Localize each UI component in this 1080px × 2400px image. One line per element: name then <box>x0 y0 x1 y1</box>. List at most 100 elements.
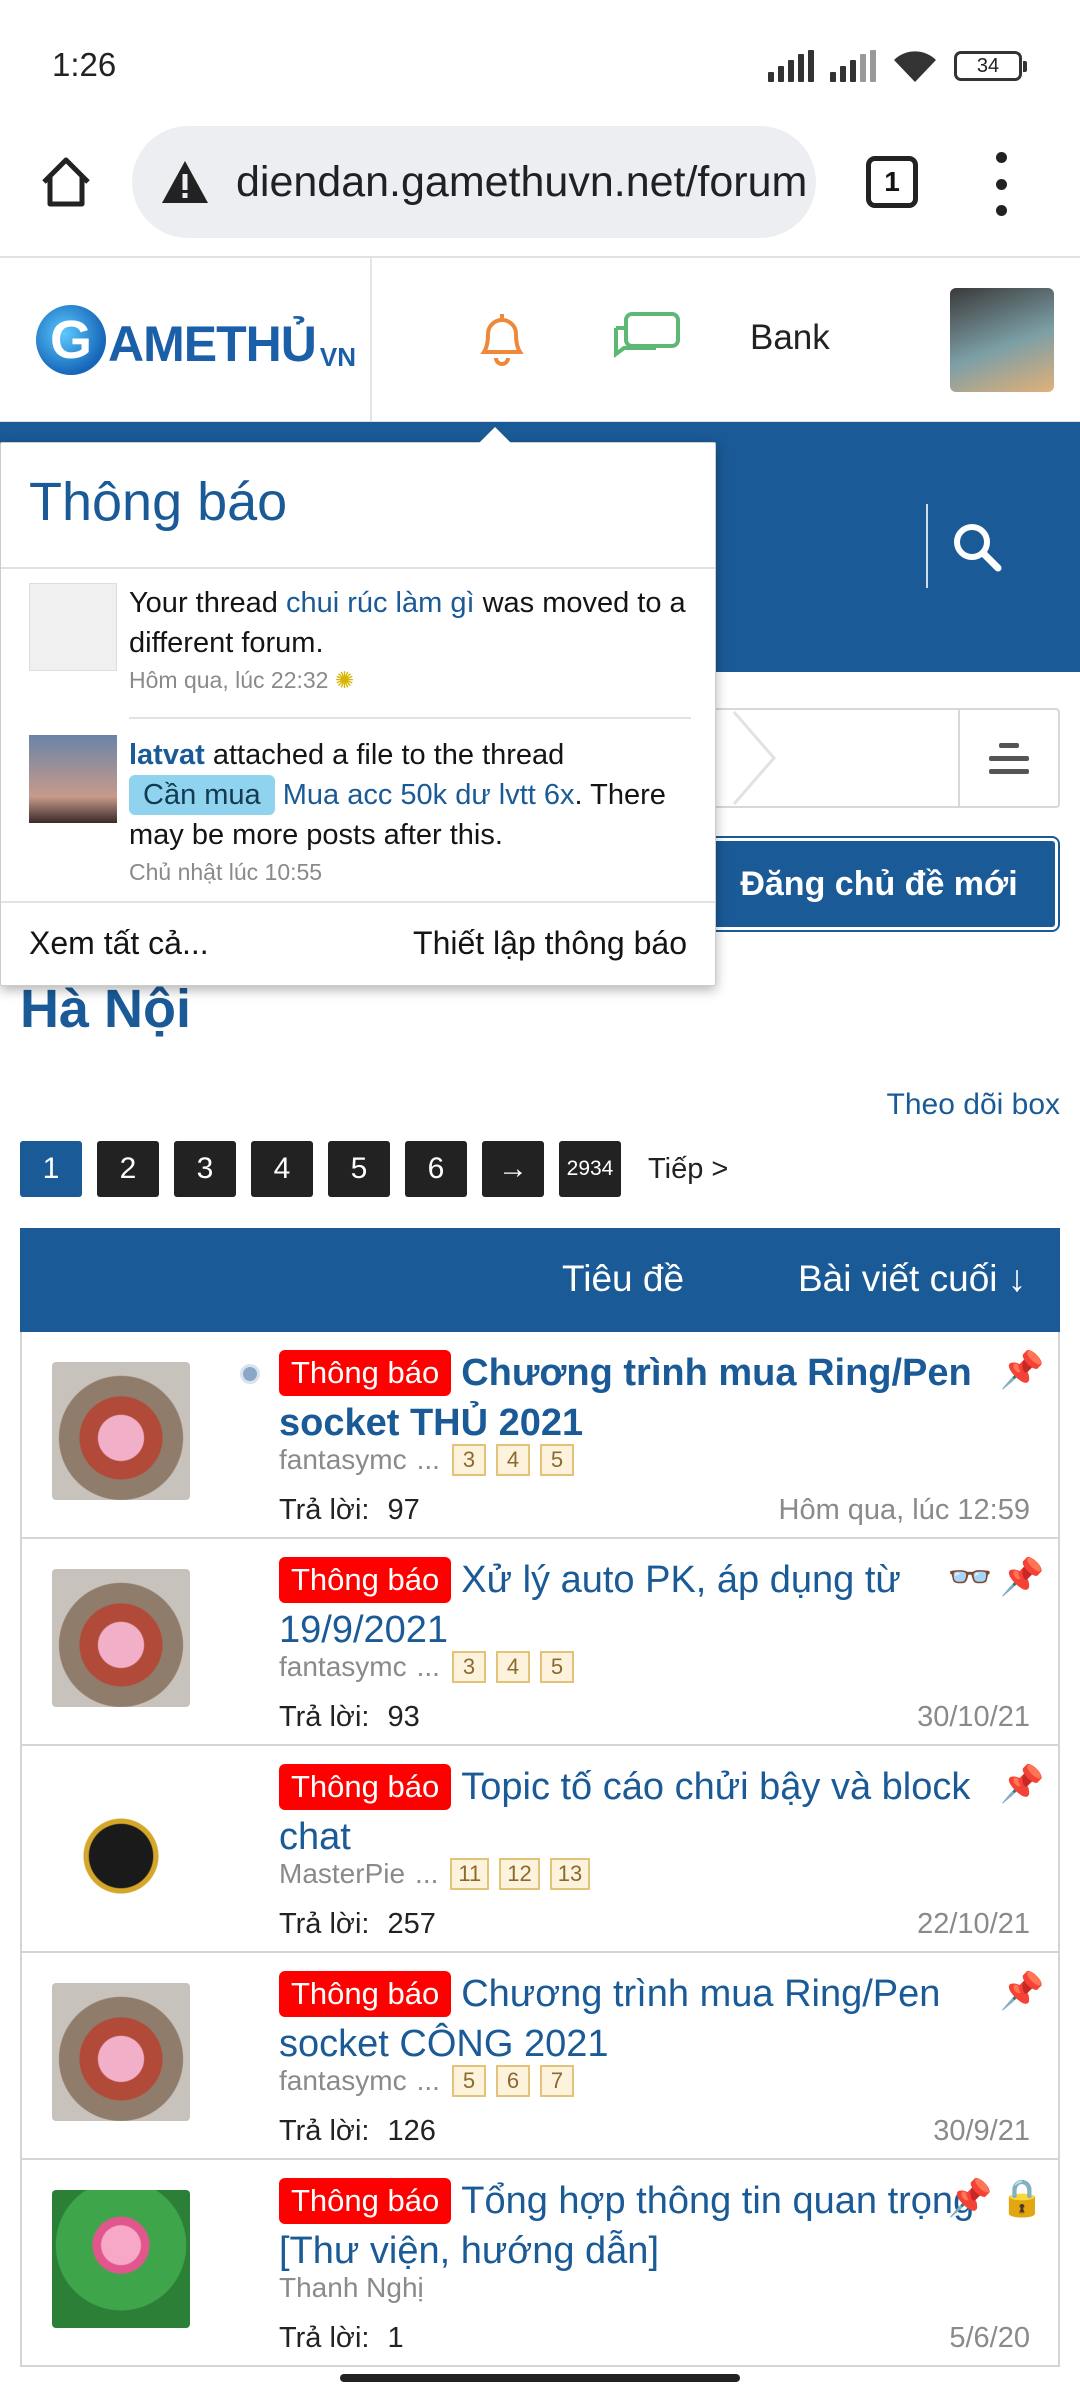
page-button[interactable]: 2 <box>97 1141 159 1197</box>
thread-author-avatar[interactable] <box>52 1362 190 1500</box>
pin-icon: 📌 <box>999 1970 1045 2011</box>
bank-link[interactable]: Bank <box>750 318 830 358</box>
thread-page-link[interactable]: 3 <box>451 1444 486 1476</box>
new-thread-button[interactable]: Đăng chủ đề mới <box>698 836 1060 932</box>
thread-author[interactable]: Thanh Nghị <box>279 2272 424 2304</box>
notification-avatar[interactable] <box>29 735 117 823</box>
browser-menu-icon[interactable] <box>986 152 1016 216</box>
site-logo[interactable]: G AMETHỦ VN <box>0 258 372 422</box>
thread-row[interactable]: Thông báo Tổng hợp thông tin quan trọng [… <box>22 2160 1058 2367</box>
lock-icon: 🔒 <box>999 2177 1045 2218</box>
thread-page-link[interactable]: 5 <box>539 1444 574 1476</box>
bell-icon[interactable] <box>474 308 530 368</box>
replies-label: Trả lời: <box>279 1494 370 1526</box>
battery-icon: 34 <box>954 51 1027 81</box>
page-button[interactable]: 3 <box>174 1141 236 1197</box>
reply-count: 126 <box>387 2115 436 2147</box>
notification-item[interactable]: Your thread chui rúc làm gì was moved to… <box>1 583 715 694</box>
thread-author[interactable]: fantasymc <box>279 1444 407 1476</box>
follow-forum-link[interactable]: Theo dõi box <box>887 1088 1060 1122</box>
sort-by-last-post[interactable]: Bài viết cuối ↓ <box>798 1258 1026 1300</box>
reply-count: 257 <box>387 1908 436 1940</box>
notification-avatar[interactable] <box>29 583 117 671</box>
page-button[interactable]: 1 <box>20 1141 82 1197</box>
address-bar[interactable]: diendan.gamethuvn.net/forum <box>132 126 816 238</box>
sort-by-title[interactable]: Tiêu đề <box>562 1258 684 1300</box>
home-button[interactable] <box>34 150 98 214</box>
thread-page-link[interactable]: 5 <box>539 1651 574 1683</box>
pagination: 1 2 3 4 5 6 → 2934 Tiếp > <box>20 1141 728 1197</box>
browser-toolbar: diendan.gamethuvn.net/forum 1 <box>0 120 1080 258</box>
reply-count: 93 <box>387 1701 420 1733</box>
thread-page-link[interactable]: 4 <box>495 1651 530 1683</box>
notification-settings-link[interactable]: Thiết lập thông báo <box>413 925 687 962</box>
page-button[interactable]: 6 <box>405 1141 467 1197</box>
notification-user-link[interactable]: latvat <box>129 739 205 771</box>
thread-page-link[interactable]: 4 <box>495 1444 530 1476</box>
notification-time: Hôm qua, lúc 22:32 <box>129 667 329 693</box>
thread-author[interactable]: fantasymc <box>279 2065 407 2097</box>
thread-author[interactable]: fantasymc <box>279 1651 407 1683</box>
next-page-link[interactable]: Tiếp > <box>648 1153 728 1186</box>
thread-page-link[interactable]: 5 <box>451 2065 486 2097</box>
dropdown-caret <box>479 427 511 443</box>
not-secure-icon[interactable] <box>158 155 212 209</box>
pin-icon: 📌 <box>999 1349 1045 1390</box>
last-post-time[interactable]: 30/9/21 <box>933 2115 1030 2148</box>
last-post-time[interactable]: 5/6/20 <box>949 2322 1030 2355</box>
divider <box>129 717 691 719</box>
tab-switcher-button[interactable]: 1 <box>866 156 918 208</box>
forum-title: Hà Nội <box>20 979 192 1039</box>
thread-author-avatar[interactable] <box>52 2190 190 2328</box>
pin-icon: 📌 <box>999 1763 1045 1804</box>
thread-page-link[interactable]: 7 <box>539 2065 574 2097</box>
clock: 1:26 <box>52 46 117 83</box>
last-post-time[interactable]: Hôm qua, lúc 12:59 <box>779 1494 1030 1527</box>
last-page-button[interactable]: 2934 <box>559 1141 621 1197</box>
breadcrumb-chevron-icon <box>732 711 776 805</box>
breadcrumb-menu-icon[interactable] <box>958 710 1058 806</box>
home-icon <box>42 157 90 207</box>
notification-thread-link[interactable]: chui rúc làm gì <box>286 587 475 619</box>
thread-row[interactable]: Thông báo Xử lý auto PK, áp dụng từ 19/9/… <box>22 1539 1058 1746</box>
thread-row[interactable]: Thông báo Chương trình mua Ring/Pen socke… <box>22 1332 1058 1539</box>
page-jump-button[interactable]: → <box>482 1141 544 1197</box>
replies-label: Trả lời: <box>279 1908 370 1940</box>
last-post-time[interactable]: 30/10/21 <box>917 1701 1030 1734</box>
thread-list-header: Tiêu đề Bài viết cuối ↓ <box>20 1228 1060 1332</box>
thread-row[interactable]: Thông báo Chương trình mua Ring/Pen socke… <box>22 1953 1058 2160</box>
logo-mark: G <box>36 305 106 375</box>
thread-author[interactable]: MasterPie <box>279 1858 405 1890</box>
thread-prefix-tag: Cần mua <box>129 775 275 815</box>
thread-author-avatar[interactable] <box>52 1569 190 1707</box>
status-icons: 34 <box>768 48 1027 84</box>
announcement-badge: Thông báo <box>279 1350 452 1396</box>
last-post-time[interactable]: 22/10/21 <box>917 1908 1030 1941</box>
user-avatar[interactable] <box>950 288 1054 392</box>
url-text[interactable]: diendan.gamethuvn.net/forum <box>236 158 807 207</box>
unread-indicator-icon <box>240 1364 260 1384</box>
search-icon[interactable] <box>948 518 1004 574</box>
thread-page-link[interactable]: 13 <box>549 1858 591 1890</box>
messages-icon[interactable] <box>610 310 682 366</box>
view-all-notifications-link[interactable]: Xem tất cả... <box>29 925 209 962</box>
notification-item[interactable]: latvat attached a file to the thread Cần… <box>1 735 715 886</box>
thread-row[interactable]: Thông báo Topic tố cáo chửi bậy và block … <box>22 1746 1058 1953</box>
watching-glasses-icon: 👓 <box>947 1556 993 1597</box>
thread-page-link[interactable]: 11 <box>450 1858 490 1890</box>
thread-page-link[interactable]: 12 <box>499 1858 540 1890</box>
announcement-badge: Thông báo <box>279 1764 452 1810</box>
notification-thread-link[interactable]: Mua acc 50k dư lvtt 6x <box>283 779 575 811</box>
notification-text: Your thread <box>129 587 286 619</box>
gesture-bar[interactable] <box>340 2374 740 2382</box>
page-button[interactable]: 4 <box>251 1141 313 1197</box>
thread-page-link[interactable]: 3 <box>451 1651 486 1683</box>
thread-author-avatar[interactable] <box>52 1776 190 1914</box>
thread-author-avatar[interactable] <box>52 1983 190 2121</box>
thread-page-link[interactable]: 6 <box>495 2065 530 2097</box>
page-button[interactable]: 5 <box>328 1141 390 1197</box>
notification-time: Chủ nhật lúc 10:55 <box>129 859 323 885</box>
notifications-dropdown: Thông báo Your thread chui rúc làm gì wa… <box>0 427 716 986</box>
announcement-badge: Thông báo <box>279 1971 452 2017</box>
announcement-badge: Thông báo <box>279 2178 452 2224</box>
